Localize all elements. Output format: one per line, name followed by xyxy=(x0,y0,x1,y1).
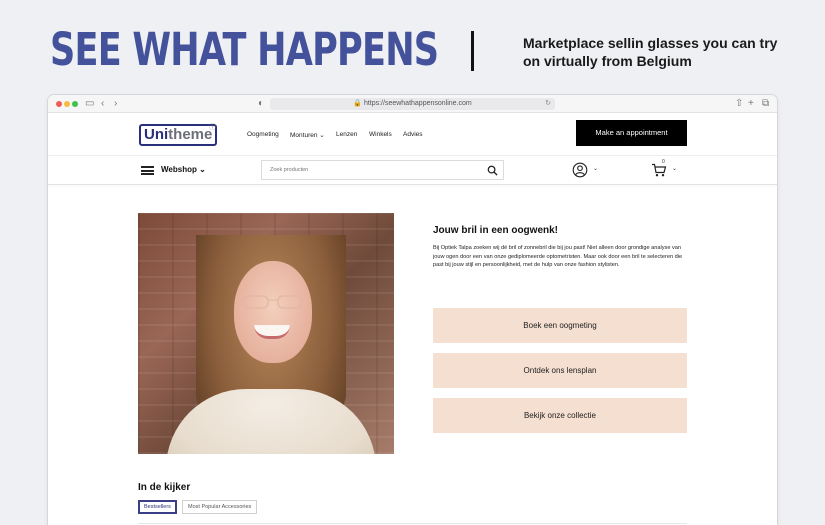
site-header: Unitheme ⓘ Oogmeting Monturen ⌄ Lenzen W… xyxy=(48,113,777,156)
address-bar[interactable]: 🔒 https://seewhathappensonline.com ↻ xyxy=(270,98,555,110)
minimize-window-button[interactable] xyxy=(64,101,70,107)
sidebar-toggle-icon[interactable]: ▭ xyxy=(85,97,94,111)
tab-overview-icon[interactable]: ⧉ xyxy=(762,97,769,111)
hero-photo xyxy=(138,213,394,454)
make-appointment-button[interactable]: Make an appointment xyxy=(576,120,687,146)
nav-item-monturen[interactable]: Monturen ⌄ xyxy=(290,131,325,139)
search-icon[interactable] xyxy=(487,165,498,176)
new-tab-icon[interactable]: + xyxy=(748,97,754,111)
nav-item-oogmeting[interactable]: Oogmeting xyxy=(247,131,279,138)
book-eye-test-button[interactable]: Boek een oogmeting xyxy=(433,308,687,343)
collection-button[interactable]: Bekijk onze collectie xyxy=(433,398,687,433)
section-divider xyxy=(138,523,687,524)
share-icon[interactable]: ⇧ xyxy=(735,97,743,111)
back-arrow-icon[interactable]: ‹ xyxy=(101,97,104,111)
cart-count-badge: 0 xyxy=(662,159,665,165)
eyeglasses-graphic xyxy=(243,295,303,309)
account-icon[interactable] xyxy=(572,162,588,178)
logo-prefix: Uni xyxy=(144,126,169,143)
featured-section-title: In de kijker xyxy=(138,482,191,493)
tab-most-popular-accessories[interactable]: Most Popular Accessories xyxy=(182,500,258,514)
logo-info-icon: ⓘ xyxy=(209,124,216,131)
nav-item-advies[interactable]: Advies xyxy=(403,131,423,138)
lock-icon: 🔒 xyxy=(353,100,362,107)
logo-suffix: theme xyxy=(168,126,213,143)
search-input[interactable] xyxy=(262,161,472,179)
shop-bar: Webshop ⌄ ⌄ 0 ⌄ xyxy=(48,156,777,185)
intro-title: Jouw bril in een oogwenk! xyxy=(433,225,559,236)
banner-title: SEE WHAT HAPPENS xyxy=(50,23,439,76)
browser-toolbar: ▭ ‹ › ◐ 🔒 https://seewhathappensonline.c… xyxy=(48,95,777,113)
cart-chevron-down-icon[interactable]: ⌄ xyxy=(672,165,677,172)
forward-arrow-icon[interactable]: › xyxy=(114,97,117,111)
lens-plan-button[interactable]: Ontdek ons lensplan xyxy=(433,353,687,388)
tab-bestsellers[interactable]: Bestsellers xyxy=(138,500,177,514)
banner-tagline: Marketplace sellin glasses you can try o… xyxy=(523,35,778,69)
screenshot-root: SEE WHAT HAPPENS Marketplace sellin glas… xyxy=(0,0,825,525)
banner-divider xyxy=(471,31,474,71)
maximize-window-button[interactable] xyxy=(72,101,78,107)
nav-item-winkels[interactable]: Winkels xyxy=(369,131,392,138)
webshop-dropdown[interactable]: Webshop ⌄ xyxy=(161,165,206,174)
nav-item-lenzen[interactable]: Lenzen xyxy=(336,131,357,138)
intro-text: Bij Optiek Talpa zoeken wij dé bril of z… xyxy=(433,245,683,268)
browser-window: ▭ ‹ › ◐ 🔒 https://seewhathappensonline.c… xyxy=(48,95,777,525)
privacy-shield-icon: ◐ xyxy=(258,98,265,109)
address-bar-url: https://seewhathappensonline.com xyxy=(363,100,472,107)
close-window-button[interactable] xyxy=(56,101,62,107)
site-logo[interactable]: Unitheme xyxy=(139,124,218,146)
reload-icon[interactable]: ↻ xyxy=(545,98,551,110)
product-search xyxy=(261,160,504,180)
account-chevron-down-icon[interactable]: ⌄ xyxy=(593,165,598,172)
menu-icon[interactable] xyxy=(141,166,154,175)
